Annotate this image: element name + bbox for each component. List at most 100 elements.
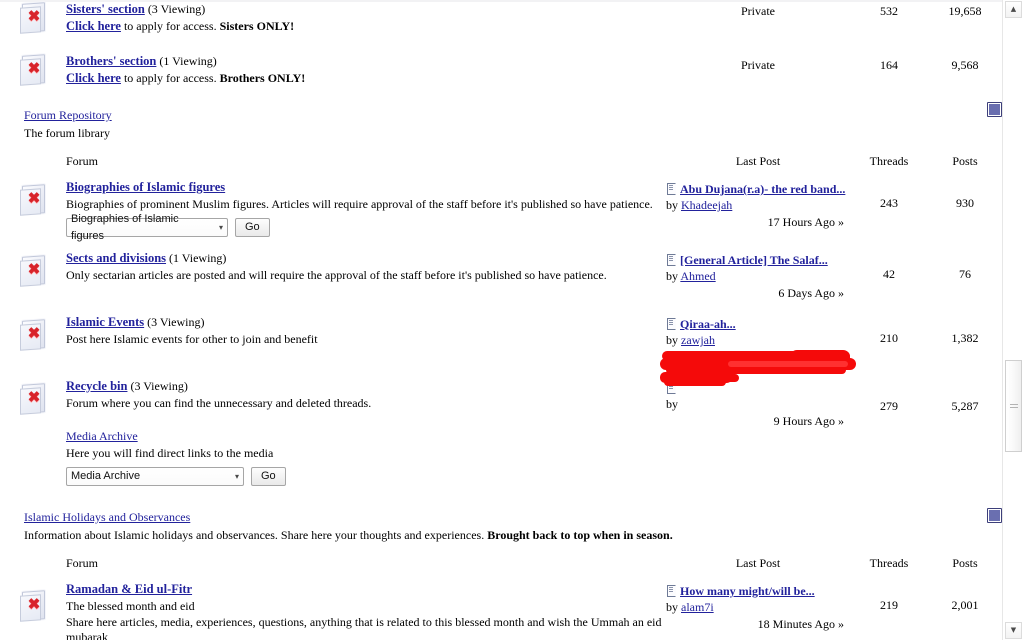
last-post-time: 9 Hours Ago »	[666, 414, 850, 429]
by-label: by	[666, 198, 678, 212]
goto-last-post-arrow[interactable]: »	[838, 617, 844, 631]
column-header-row: Forum Last Post Threads Posts	[0, 143, 1002, 174]
posts-count: 1,382	[951, 331, 979, 345]
category-title-link[interactable]: Islamic Holidays and Observances	[24, 510, 190, 524]
forum-description: The blessed month and eid	[66, 599, 195, 613]
threads-count: 42	[883, 267, 895, 281]
red-x-glyph: ✖	[27, 190, 41, 207]
last-post-author-link[interactable]: Ahmed	[680, 269, 715, 283]
collapse-square-icon[interactable]	[987, 102, 1002, 117]
red-x-glyph: ✖	[27, 596, 41, 613]
forum-row: ✖ Recycle bin (3 Viewing) Forum where yo…	[0, 373, 1002, 494]
forum-status-icon-cell: ✖	[0, 245, 66, 309]
scroll-up-button[interactable]: ▲	[1005, 1, 1022, 18]
last-post-title-link[interactable]: How many might/will be...	[680, 584, 815, 598]
last-post-title-line: [General Article] The Salaf...	[666, 253, 850, 268]
media-archive-jumpbox: Media Archive ▾ Go	[66, 467, 666, 486]
last-post-cell: by 9 Hours Ago »	[666, 373, 850, 494]
viewing-count: (3 Viewing)	[147, 2, 206, 16]
category-desc-text: The forum library	[24, 126, 110, 140]
forum-title-link[interactable]: Recycle bin	[66, 379, 127, 393]
forum-row: ✖ Brothers' section (1 Viewing) Click he…	[0, 42, 1002, 94]
collapse-toggle-cell[interactable]	[928, 94, 1002, 143]
last-post-time: 18 Hours Ago »	[666, 350, 850, 365]
forum-closed-icon: ✖	[18, 590, 48, 622]
scrollbar-thumb[interactable]	[1005, 360, 1022, 452]
last-post-author-line: by Khadeejah	[666, 198, 850, 213]
scroll-down-button[interactable]: ▼	[1005, 622, 1022, 639]
last-post-author-link[interactable]: zawjah	[681, 333, 715, 347]
last-post-cell: Qiraa-ah... by zawjah 18 Hours Ago »	[666, 309, 850, 373]
posts-count: 2,001	[951, 598, 979, 612]
last-post-title-link[interactable]: Abu Dujana(r.a)- the red band...	[680, 182, 845, 196]
threads-count: 210	[880, 331, 898, 345]
red-x-glyph: ✖	[27, 60, 41, 77]
viewing-count: (3 Viewing)	[130, 379, 188, 393]
category-description: Information about Islamic holidays and o…	[24, 528, 928, 543]
subforum-select[interactable]: Biographies of Islamic figures ▾	[66, 213, 228, 242]
category-desc-bold: Brought back to top when in season.	[487, 528, 673, 542]
last-post-author-link[interactable]: alam7i	[681, 600, 714, 614]
red-x-glyph: ✖	[27, 261, 41, 278]
forum-description: Click here to apply for access. Brothers…	[66, 71, 662, 86]
top-hairline	[0, 0, 1002, 2]
collapse-square-icon[interactable]	[987, 508, 1002, 523]
red-x-glyph: ✖	[27, 8, 41, 25]
go-button[interactable]: Go	[251, 467, 286, 486]
goto-last-post-arrow[interactable]: »	[838, 286, 844, 300]
media-archive-link[interactable]: Media Archive	[66, 429, 138, 443]
spacer-cell	[0, 143, 66, 174]
forum-title-link[interactable]: Brothers' section	[66, 54, 156, 68]
forum-row: ✖ Biographies of Islamic figures Biograp…	[0, 174, 1002, 245]
goto-last-post-arrow[interactable]: »	[838, 414, 844, 428]
column-header-threads: Threads	[869, 154, 909, 168]
forum-title-link[interactable]: Islamic Events	[66, 315, 144, 329]
column-header-forum: Forum	[66, 556, 99, 570]
collapse-toggle-cell[interactable]	[928, 494, 1002, 545]
spacer-cell	[0, 545, 66, 576]
forum-row: ✖ Sects and divisions (1 Viewing) Only s…	[0, 245, 1002, 309]
column-header-last-post: Last Post	[735, 154, 781, 168]
forum-status-icon-cell: ✖	[0, 42, 66, 94]
viewing-count: (3 Viewing)	[147, 315, 205, 329]
forum-title-link[interactable]: Biographies of Islamic figures	[66, 180, 225, 194]
apply-access-link[interactable]: Click here	[66, 71, 121, 85]
threads-count: 532	[880, 4, 898, 18]
forum-info-cell: Sects and divisions (1 Viewing) Only sec…	[66, 245, 666, 309]
forum-title-link[interactable]: Sects and divisions	[66, 251, 166, 265]
column-header-forum: Forum	[66, 154, 99, 168]
goto-last-post-arrow[interactable]: »	[838, 350, 844, 364]
scrollbar-grip	[1010, 404, 1018, 405]
last-post-title-link[interactable]: Qiraa-ah...	[680, 317, 736, 331]
category-desc-text: Information about Islamic holidays and o…	[24, 528, 488, 542]
forum-description-secondary: Share here articles, media, experiences,…	[66, 615, 662, 640]
last-post-title-link[interactable]: [General Article] The Salaf...	[680, 253, 828, 267]
media-archive-select[interactable]: Media Archive ▾	[66, 467, 244, 486]
category-title-link[interactable]: Forum Repository	[24, 108, 112, 122]
apply-access-link[interactable]: Click here	[66, 19, 121, 33]
media-archive-description: Here you will find direct links to the m…	[66, 446, 274, 460]
media-archive-block: Media Archive Here you will find direct …	[66, 429, 666, 486]
access-label: Private	[741, 4, 775, 18]
forum-info-cell: Recycle bin (3 Viewing) Forum where you …	[66, 373, 666, 494]
last-post-icon	[666, 382, 677, 394]
desc-middle-text: to apply for access.	[120, 19, 220, 33]
forum-title-link[interactable]: Ramadan & Eid ul-Fitr	[66, 582, 192, 596]
forum-info-cell: Islamic Events (3 Viewing) Post here Isl…	[66, 309, 666, 373]
threads-count: 243	[880, 196, 898, 210]
column-header-row: Forum Last Post Threads Posts	[0, 545, 1002, 576]
last-post-author-link[interactable]: Khadeejah	[681, 198, 732, 212]
subforum-jumpbox: Biographies of Islamic figures ▾ Go	[66, 213, 666, 242]
vertical-scrollbar[interactable]: ▲ ▼	[1002, 0, 1024, 640]
forum-title-link[interactable]: Sisters' section	[66, 2, 145, 16]
last-post-time-text: 9 Hours Ago	[773, 414, 835, 428]
last-post-author-line: by zawjah	[666, 333, 850, 348]
forum-page: ✖ Sisters' section (3 Viewing) Click her…	[0, 0, 1002, 640]
last-post-time: 6 Days Ago »	[666, 286, 850, 301]
go-button[interactable]: Go	[235, 218, 270, 237]
forum-status-icon-cell: ✖	[0, 373, 66, 494]
goto-last-post-arrow[interactable]: »	[838, 215, 844, 229]
category-title: Islamic Holidays and Observances	[24, 510, 928, 525]
last-post-time: 18 Minutes Ago »	[666, 617, 850, 632]
forum-closed-icon: ✖	[18, 184, 48, 216]
